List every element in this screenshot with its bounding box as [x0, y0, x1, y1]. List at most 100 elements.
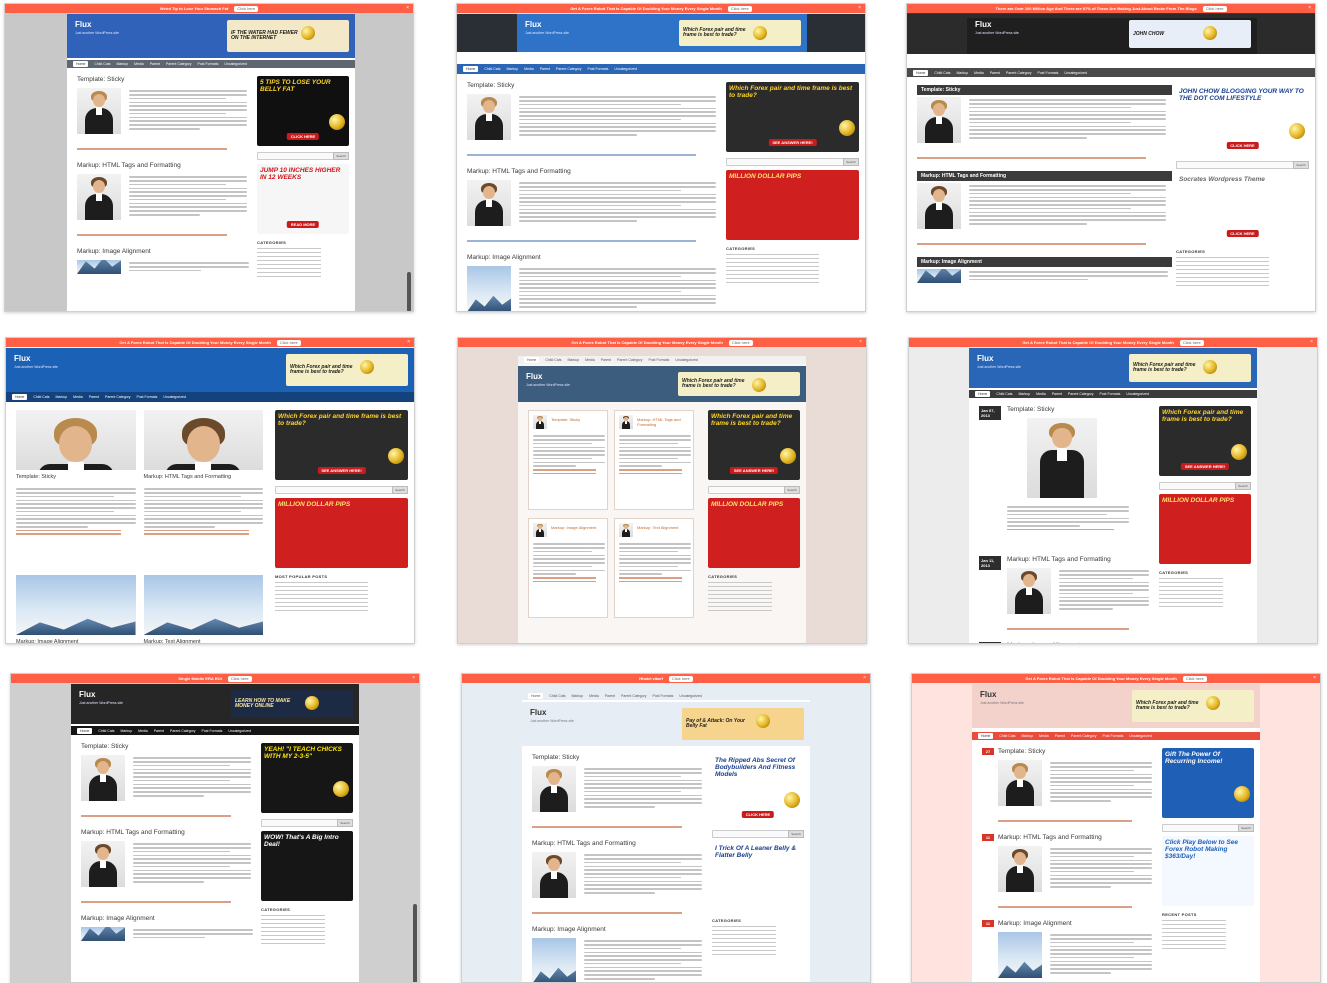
site-title[interactable]: Flux	[526, 372, 542, 381]
post-thumbnail-image[interactable]	[533, 415, 547, 429]
theme-screenshot-8[interactable]: Hhatel vitaef Click here × Flux Just another…	[461, 673, 871, 983]
widget-link[interactable]	[257, 263, 322, 265]
post-title[interactable]: Template: Sticky	[1007, 406, 1155, 413]
widget-link[interactable]	[1159, 601, 1224, 603]
post-card[interactable]: Template: Sticky	[528, 410, 608, 510]
post-title[interactable]: Template: Sticky	[532, 754, 708, 761]
widget-link[interactable]	[275, 585, 369, 587]
post-thumbnail-image[interactable]	[998, 760, 1042, 806]
search-input[interactable]: Search	[1162, 824, 1254, 832]
post-entry[interactable]: Template: Sticky	[81, 743, 257, 817]
widget-link[interactable]	[1176, 276, 1270, 278]
widget-link[interactable]	[1176, 280, 1270, 282]
search-input[interactable]: Search	[257, 152, 349, 160]
post-meta[interactable]	[77, 234, 227, 236]
search-input[interactable]: Search	[708, 486, 800, 494]
sidebar-ad-1[interactable]: Which Forex pair and time frame is best …	[275, 410, 408, 480]
nav-item-uncategorized[interactable]: Uncategorized	[1064, 71, 1087, 75]
header-banner-ad[interactable]: JOHN CHOW	[1129, 20, 1251, 48]
post-thumbnail-image[interactable]	[143, 410, 263, 470]
sidebar-ad-1[interactable]: Gift The Power Of Recurring Income!	[1162, 748, 1254, 818]
widget-link[interactable]	[261, 918, 326, 920]
post-title[interactable]: Template: Sticky	[16, 474, 56, 480]
widget-link[interactable]	[1162, 923, 1227, 925]
widget-link[interactable]	[1159, 577, 1224, 579]
nav-item-markup[interactable]: Markup	[507, 67, 519, 71]
post-title[interactable]: Markup: Image Alignment	[467, 254, 722, 261]
widget-link[interactable]	[726, 277, 820, 279]
site-title[interactable]: Flux	[977, 354, 993, 363]
post-meta[interactable]	[532, 912, 682, 914]
post-entry[interactable]: Jan 07, 2013 Template: Sticky	[979, 406, 1155, 531]
nav-item-parent[interactable]: Parent	[601, 358, 611, 362]
widget-link[interactable]	[712, 945, 777, 947]
click-here-button[interactable]: Click here	[234, 5, 259, 12]
widget-link[interactable]	[257, 275, 322, 277]
widget-link[interactable]	[1176, 264, 1270, 266]
post-title[interactable]: Markup: Text Alignment	[637, 525, 691, 530]
widget-link[interactable]	[1159, 589, 1224, 591]
widget-link[interactable]	[708, 589, 773, 591]
click-here-button[interactable]: Click here	[728, 339, 753, 346]
nav-item-child-cats[interactable]: Child Cats	[545, 358, 561, 362]
post-entry[interactable]: Template: Sticky	[917, 85, 1172, 159]
theme-screenshot-6[interactable]: Get A Forex Robot That Is Capable Of Dou…	[908, 337, 1318, 644]
nav-item-markup[interactable]: Markup	[572, 694, 584, 698]
nav-item-media[interactable]: Media	[589, 694, 599, 698]
nav-item-post-formats[interactable]: Post Formats	[137, 395, 158, 399]
post-meta[interactable]	[533, 469, 597, 471]
post-thumbnail-image[interactable]	[917, 269, 961, 283]
search-input[interactable]: Search	[712, 830, 804, 838]
sidebar-ad-2[interactable]: MILLION DOLLAR PIPS	[726, 170, 859, 240]
post-title[interactable]: Template: Sticky	[77, 76, 253, 83]
post-meta[interactable]	[917, 157, 1146, 159]
post-meta[interactable]	[998, 820, 1132, 822]
post-entry[interactable]: Markup: Image Alignment	[917, 257, 1172, 283]
post-thumbnail-image[interactable]	[77, 88, 121, 134]
post-thumbnail-image[interactable]	[533, 523, 547, 537]
widget-link[interactable]	[275, 581, 369, 583]
site-title[interactable]: Flux	[975, 20, 991, 29]
post-entry[interactable]: Markup: HTML Tags and Formatting	[532, 840, 708, 914]
nav-item-markup[interactable]: Markup	[1019, 392, 1031, 396]
nav-item-uncategorized[interactable]: Uncategorized	[1129, 734, 1152, 738]
post-entry[interactable]: Markup: Image Alignment	[467, 254, 722, 311]
post-meta[interactable]	[619, 577, 683, 579]
header-banner-ad[interactable]: Which Forex pair and time frame is best …	[1129, 354, 1251, 382]
sidebar-ad-1[interactable]: YEAH! "I TEACH CHICKS WITH MY 2-3-5"	[261, 743, 353, 813]
click-here-button[interactable]: Click here	[727, 5, 752, 12]
widget-link[interactable]	[1159, 605, 1224, 607]
post-card[interactable]: Markup: Image Alignment	[16, 575, 136, 643]
post-title[interactable]: Template: Sticky	[917, 85, 1172, 95]
nav-item-uncategorized[interactable]: Uncategorized	[163, 395, 186, 399]
search-button[interactable]: Search	[1238, 824, 1254, 832]
nav-item-parent[interactable]: Parent	[150, 62, 160, 66]
nav-item-parent-category[interactable]: Parent Category	[170, 729, 196, 733]
post-meta[interactable]	[532, 826, 682, 828]
widget-link[interactable]	[257, 251, 322, 253]
sidebar-ad-2[interactable]: WOW! That's A Big Intro Deal!	[261, 831, 353, 901]
widget-link[interactable]	[708, 609, 773, 611]
nav-item-media[interactable]: Media	[73, 395, 83, 399]
widget-link[interactable]	[1176, 256, 1270, 258]
nav-item-media[interactable]: Media	[1036, 392, 1046, 396]
post-title[interactable]: Markup: HTML Tags and Formatting	[532, 840, 708, 847]
post-meta[interactable]	[143, 533, 249, 535]
sidebar-ad-1[interactable]: The Ripped Abs Secret Of Bodybuilders An…	[712, 754, 804, 824]
widget-link[interactable]	[726, 265, 820, 267]
nav-item-child-cats[interactable]: Child Cats	[549, 694, 565, 698]
sidebar-ad-1[interactable]: Which Forex pair and time frame is best …	[726, 82, 859, 152]
nav-item-home[interactable]: Home	[73, 61, 89, 67]
widget-link[interactable]	[257, 271, 322, 273]
post-thumbnail-image[interactable]	[619, 415, 633, 429]
theme-screenshot-5[interactable]: Get A Forex Robot That Is Capable Of Dou…	[457, 337, 867, 644]
click-here-button[interactable]: Click here	[227, 675, 252, 682]
scrollbar-thumb[interactable]	[407, 272, 411, 311]
widget-link[interactable]	[1159, 581, 1224, 583]
search-button[interactable]: Search	[333, 152, 349, 160]
sidebar-ad-2[interactable]: Socrates Wordpress Theme CLICK HERE	[1176, 173, 1309, 243]
post-thumbnail-image[interactable]	[1007, 568, 1051, 614]
nav-item-uncategorized[interactable]: Uncategorized	[228, 729, 251, 733]
widget-link[interactable]	[712, 933, 777, 935]
post-card[interactable]: Markup: Image Alignment	[528, 518, 608, 618]
